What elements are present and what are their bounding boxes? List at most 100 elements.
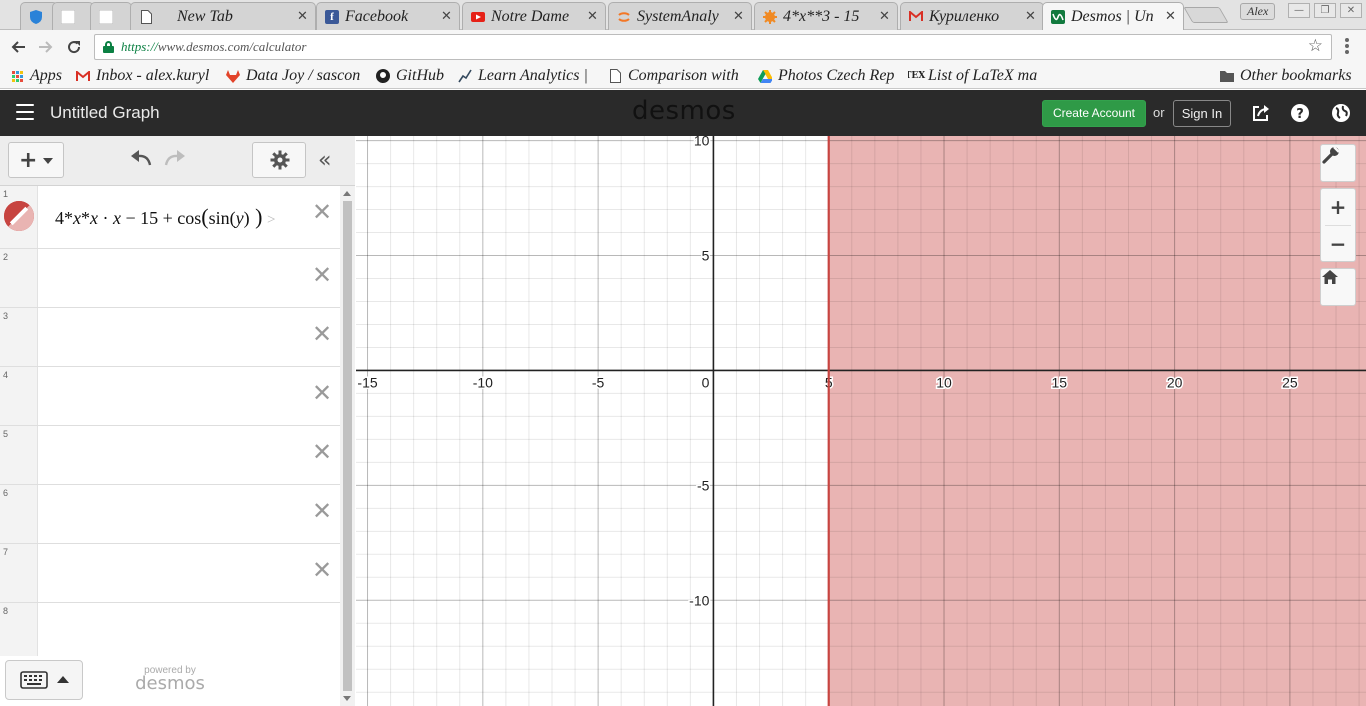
close-tab-icon[interactable]: ✕	[1165, 9, 1177, 24]
maximize-button[interactable]: ❐	[1314, 3, 1336, 18]
profile-button[interactable]: Alex	[1240, 3, 1276, 20]
default-viewport-button[interactable]	[1320, 268, 1356, 306]
collapse-panel-icon[interactable]: «	[318, 148, 331, 173]
new-tab-button[interactable]	[1183, 7, 1229, 23]
expression-color-icon[interactable]	[4, 201, 34, 231]
chevron-down-icon	[43, 158, 53, 164]
keypad-toggle-button[interactable]	[5, 660, 83, 700]
tab-desmos[interactable]: Desmos | Un ✕	[1042, 2, 1184, 30]
jupyter-icon	[617, 10, 631, 24]
expression-toolbar: + «	[0, 136, 355, 186]
settings-button[interactable]	[252, 142, 306, 178]
close-tab-icon[interactable]: ✕	[733, 9, 745, 24]
delete-expression-icon[interactable]: ✕	[312, 381, 332, 405]
bookmark-data-joy[interactable]: Data Joy / sascon	[226, 65, 364, 87]
tab-gmail[interactable]: Куриленко ✕	[900, 2, 1044, 30]
zoom-out-button[interactable]: −	[1321, 226, 1355, 262]
graph-settings-button[interactable]	[1320, 144, 1356, 182]
reload-button[interactable]	[63, 36, 85, 58]
tab-notre-dame[interactable]: Notre Dame ✕	[462, 2, 606, 30]
expression-row[interactable]: 2 ✕	[0, 249, 340, 308]
expression-row[interactable]: 1 4*x*x · x − 15 + cos(sin(y) ) > ✕	[0, 186, 340, 249]
url-text[interactable]: https://www.desmos.com/calculator	[121, 39, 306, 55]
minimize-button[interactable]: —	[1288, 3, 1310, 18]
scrollbar-thumb[interactable]	[343, 201, 352, 691]
bookmark-other[interactable]: Other bookmarks	[1220, 65, 1360, 87]
tab-pinned-3[interactable]	[90, 2, 132, 30]
tab-new-tab[interactable]: New Tab ✕	[130, 2, 316, 30]
powered-by-desmos[interactable]: powered by desmos	[130, 665, 210, 693]
delete-expression-icon[interactable]: ✕	[312, 200, 332, 224]
back-button[interactable]	[7, 36, 29, 58]
close-tab-icon[interactable]: ✕	[441, 9, 453, 24]
add-item-button[interactable]: +	[8, 142, 64, 178]
bookmark-latex[interactable]: TEX List of LaTeX ma	[908, 65, 1046, 87]
delete-expression-icon[interactable]: ✕	[312, 440, 332, 464]
expression-row[interactable]: 8	[0, 603, 340, 656]
bookmark-learn-analytics[interactable]: Learn Analytics |	[458, 65, 590, 87]
expression-math[interactable]: 4*x*x · x − 15 + cos(sin(y) ) >	[55, 204, 275, 230]
expression-row[interactable]: 3 ✕	[0, 308, 340, 367]
tab-pinned-2[interactable]	[52, 2, 94, 30]
graph-paper[interactable]: -15-10-50510152025105-5-10 + −	[356, 136, 1366, 706]
expression-panel: + « 1 4*x*x · x − 15 + cos(sin(y) ) > ✕	[0, 136, 355, 706]
expression-index: 1	[3, 189, 9, 199]
expression-row[interactable]: 5 ✕	[0, 426, 340, 485]
close-tab-icon[interactable]: ✕	[297, 9, 309, 24]
share-icon[interactable]	[1251, 103, 1271, 123]
bookmark-star-icon[interactable]: ☆	[1308, 36, 1323, 56]
delete-expression-icon[interactable]: ✕	[312, 499, 332, 523]
close-tab-icon[interactable]: ✕	[1025, 9, 1037, 24]
scroll-up-icon[interactable]	[343, 191, 351, 196]
keyboard-icon	[20, 671, 48, 689]
delete-expression-icon[interactable]: ✕	[312, 558, 332, 582]
tab-title: SystemAnaly	[637, 7, 719, 25]
bookmark-github[interactable]: GitHub	[376, 65, 448, 87]
close-tab-icon[interactable]: ✕	[587, 9, 599, 24]
apps-grid-icon	[10, 69, 24, 83]
address-bar[interactable]: https://www.desmos.com/calculator ☆	[94, 34, 1332, 60]
lock-icon	[103, 41, 114, 53]
chrome-menu-icon[interactable]	[1340, 35, 1354, 57]
sign-in-button[interactable]: Sign In	[1173, 100, 1231, 127]
tab-title: 4*x**3 - 15	[783, 7, 860, 25]
y-tick-label: 5	[702, 248, 710, 264]
tab-title: Desmos | Un	[1071, 7, 1154, 25]
close-tab-icon[interactable]: ✕	[879, 9, 891, 24]
tab-system-analysis[interactable]: SystemAnaly ✕	[608, 2, 752, 30]
svg-text:?: ?	[1296, 107, 1304, 122]
close-window-button[interactable]: ✕	[1340, 3, 1362, 18]
tab-title: New Tab	[177, 7, 233, 25]
bookmark-photos[interactable]: Photos Czech Rep	[758, 65, 894, 87]
desmos-icon	[1051, 9, 1065, 24]
zoom-in-button[interactable]: +	[1321, 189, 1355, 225]
expression-row[interactable]: 4 ✕	[0, 367, 340, 426]
expression-scrollbar[interactable]	[340, 186, 355, 706]
globe-icon[interactable]	[1331, 103, 1351, 123]
or-label: or	[1153, 105, 1165, 120]
tab-wolfram[interactable]: 4*x**3 - 15 ✕	[754, 2, 898, 30]
tab-facebook[interactable]: f Facebook ✕	[316, 2, 460, 30]
expression-row[interactable]: 7 ✕	[0, 544, 340, 603]
x-tick-label: 0	[702, 374, 710, 390]
bookmark-apps[interactable]: Apps	[10, 65, 70, 87]
expression-row[interactable]: 6 ✕	[0, 485, 340, 544]
scroll-down-icon[interactable]	[343, 696, 351, 701]
arrow-right-icon	[39, 41, 53, 53]
expression-list: 1 4*x*x · x − 15 + cos(sin(y) ) > ✕ 2 ✕ …	[0, 186, 340, 656]
graph-title[interactable]: Untitled Graph	[50, 103, 160, 123]
gear-icon	[270, 150, 290, 170]
hamburger-menu-icon[interactable]	[16, 104, 34, 120]
bookmark-comparison[interactable]: Comparison with	[608, 65, 742, 87]
forward-button[interactable]	[35, 36, 57, 58]
help-icon[interactable]: ?	[1290, 103, 1310, 123]
wrench-icon	[1321, 145, 1355, 181]
delete-expression-icon[interactable]: ✕	[312, 263, 332, 287]
create-account-button[interactable]: Create Account	[1042, 100, 1146, 127]
desmos-logo: desmos	[632, 96, 736, 126]
undo-button[interactable]	[128, 147, 154, 171]
delete-expression-icon[interactable]: ✕	[312, 322, 332, 346]
graph-canvas[interactable]: -15-10-50510152025105-5-10	[356, 136, 1366, 706]
redo-button[interactable]	[162, 147, 188, 171]
bookmark-inbox[interactable]: Inbox - alex.kuryl	[76, 65, 214, 87]
